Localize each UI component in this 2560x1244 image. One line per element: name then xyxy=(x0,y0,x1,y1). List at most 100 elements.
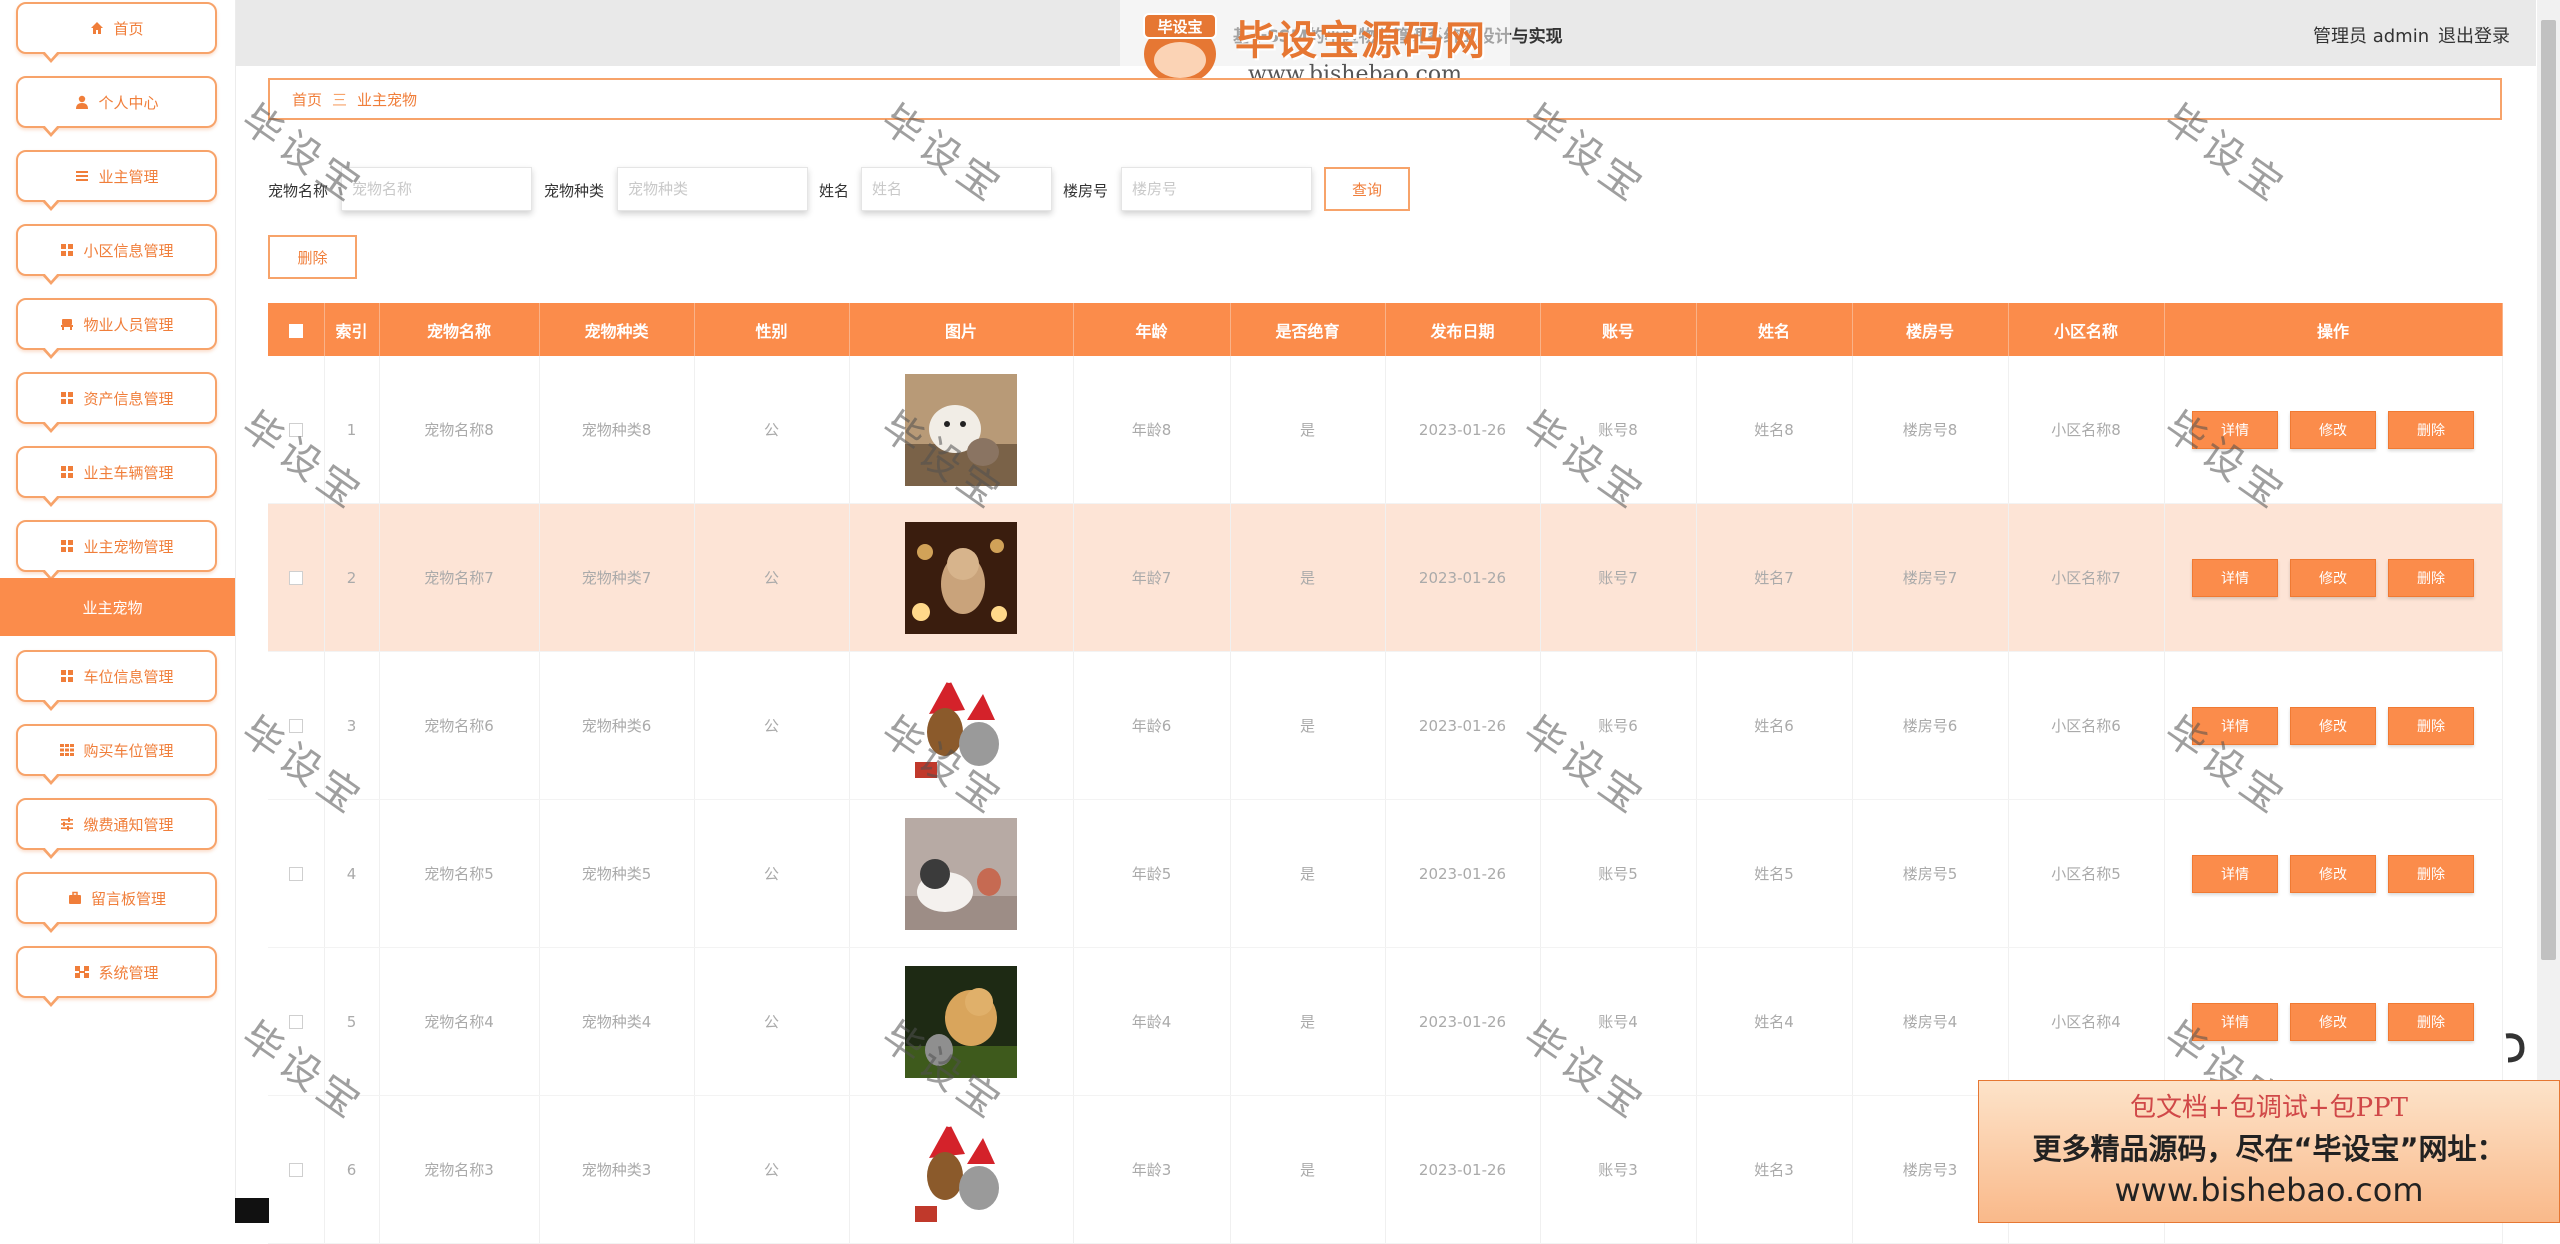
delete-button[interactable]: 删除 xyxy=(2388,410,2474,449)
apps-icon xyxy=(60,744,75,756)
date-cell: 2023-01-26 xyxy=(1385,1095,1541,1244)
date-cell: 2023-01-26 xyxy=(1385,799,1541,948)
logo-badge-icon: 毕设宝 xyxy=(1143,13,1217,84)
pet-photo[interactable] xyxy=(905,965,1017,1078)
account-cell: 账号6 xyxy=(1540,651,1697,800)
table-row[interactable]: 3 宠物名称6 宠物种类6 公 年龄6 是 2023-01-26 账号6 姓名6… xyxy=(268,651,2503,800)
promo-line-2: 更多精品源码，尽在“毕设宝”网址： xyxy=(2032,1132,2506,1166)
sidebar-item-community-info[interactable]: 小区信息管理 xyxy=(16,224,217,285)
actions-cell: 详情修改删除 xyxy=(2164,947,2503,1096)
sidebar-item-parking-purchase[interactable]: 购买车位管理 xyxy=(16,724,217,785)
batch-delete-button[interactable]: 删除 xyxy=(268,235,357,279)
detail-button[interactable]: 详情 xyxy=(2192,558,2278,597)
image-cell xyxy=(849,503,1074,652)
neutered-cell: 是 xyxy=(1230,503,1386,652)
column-header: 宠物种类 xyxy=(539,303,695,356)
sidebar-item-label: 系统管理 xyxy=(98,963,159,982)
column-header: 是否绝育 xyxy=(1230,303,1386,356)
edit-button[interactable]: 修改 xyxy=(2290,706,2376,745)
list-icon xyxy=(76,171,89,181)
sidebar-item-label: 物业人员管理 xyxy=(83,315,174,334)
pet-photo[interactable] xyxy=(905,521,1017,634)
row-checkbox[interactable] xyxy=(288,423,303,437)
grid-icon xyxy=(61,244,74,256)
detail-button[interactable]: 详情 xyxy=(2192,706,2278,745)
delete-button[interactable]: 删除 xyxy=(2388,558,2474,597)
detail-button[interactable]: 详情 xyxy=(2192,854,2278,893)
table-row[interactable]: 4 宠物名称5 宠物种类5 公 年龄5 是 2023-01-26 账号5 姓名5… xyxy=(268,799,2503,948)
neutered-cell: 是 xyxy=(1230,1095,1386,1244)
table-row[interactable]: 1 宠物名称8 宠物种类8 公 年龄8 是 2023-01-26 账号8 姓名8… xyxy=(268,356,2503,504)
actions-cell: 详情修改删除 xyxy=(2164,799,2503,948)
pet-photo[interactable] xyxy=(905,669,1017,782)
table-row[interactable]: 2 宠物名称7 宠物种类7 公 年龄7 是 2023-01-26 账号7 姓名7… xyxy=(268,503,2503,652)
name-cell: 姓名8 xyxy=(1696,356,1853,504)
pet-name-input[interactable] xyxy=(341,167,532,211)
logout-link[interactable]: 退出登录 xyxy=(2438,22,2510,48)
image-cell xyxy=(849,799,1074,948)
sidebar-item-parking-info[interactable]: 车位信息管理 xyxy=(16,650,217,711)
building-input[interactable] xyxy=(1121,167,1312,211)
row-checkbox[interactable] xyxy=(288,719,303,733)
sidebar-item-assets[interactable]: 资产信息管理 xyxy=(16,372,217,433)
pet-type-input[interactable] xyxy=(617,167,808,211)
date-cell: 2023-01-26 xyxy=(1385,947,1541,1096)
row-checkbox[interactable] xyxy=(288,1015,303,1029)
sidebar-item-system[interactable]: 系统管理 xyxy=(16,946,217,1007)
edit-button[interactable]: 修改 xyxy=(2290,558,2376,597)
account-cell: 账号3 xyxy=(1540,1095,1697,1244)
promo-banner[interactable]: 包文档+包调试+包PPT 更多精品源码，尽在“毕设宝”网址： www.bishe… xyxy=(1978,1080,2560,1223)
building-cell: 楼房号4 xyxy=(1852,947,2009,1096)
detail-button[interactable]: 详情 xyxy=(2192,410,2278,449)
community-cell: 小区名称7 xyxy=(2008,503,2165,652)
edit-button[interactable]: 修改 xyxy=(2290,854,2376,893)
sidebar-item-payment-notice[interactable]: 缴费通知管理 xyxy=(16,798,217,859)
pet-type-label: 宠物种类 xyxy=(544,182,605,200)
delete-button[interactable]: 删除 xyxy=(2388,706,2474,745)
date-cell: 2023-01-26 xyxy=(1385,503,1541,652)
edit-button[interactable]: 修改 xyxy=(2290,410,2376,449)
age-cell: 年龄4 xyxy=(1073,947,1231,1096)
row-checkbox[interactable] xyxy=(288,867,303,881)
detail-button[interactable]: 详情 xyxy=(2192,1002,2278,1041)
sidebar-item-label: 业主宠物管理 xyxy=(83,537,174,556)
sidebar-item-home[interactable]: 首页 xyxy=(16,2,217,63)
index-cell: 5 xyxy=(324,947,380,1096)
select-all-checkbox[interactable] xyxy=(288,323,303,338)
pet-name-cell: 宠物名称5 xyxy=(379,799,540,948)
sidebar-item-profile[interactable]: 个人中心 xyxy=(16,76,217,137)
name-input[interactable] xyxy=(861,167,1052,211)
pet-photo[interactable] xyxy=(905,373,1017,486)
index-cell: 6 xyxy=(324,1095,380,1244)
breadcrumb-home-link[interactable]: 首页 xyxy=(292,89,322,110)
sidebar-item-owners[interactable]: 业主管理 xyxy=(16,150,217,211)
chat-float-icon[interactable] xyxy=(2500,1030,2528,1070)
table-row[interactable]: 5 宠物名称4 宠物种类4 公 年龄4 是 2023-01-26 账号4 姓名4… xyxy=(268,947,2503,1096)
pet-photo[interactable] xyxy=(905,1113,1017,1226)
row-checkbox[interactable] xyxy=(288,571,303,585)
sidebar-item-staff[interactable]: 物业人员管理 xyxy=(16,298,217,359)
edit-button[interactable]: 修改 xyxy=(2290,1002,2376,1041)
query-button[interactable]: 查询 xyxy=(1324,167,1410,211)
scrollbar-thumb[interactable] xyxy=(2541,20,2556,960)
sidebar-item-vehicles[interactable]: 业主车辆管理 xyxy=(16,446,217,507)
community-cell: 小区名称5 xyxy=(2008,799,2165,948)
sidebar-item-message-board[interactable]: 留言板管理 xyxy=(16,872,217,933)
column-header: 小区名称 xyxy=(2008,303,2165,356)
row-checkbox[interactable] xyxy=(288,1163,303,1177)
name-label: 姓名 xyxy=(819,182,850,200)
delete-button[interactable]: 删除 xyxy=(2388,1002,2474,1041)
sidebar-subitem-owner-pets[interactable]: 业主宠物 xyxy=(0,578,235,636)
row-select-cell xyxy=(268,799,325,948)
sidebar-item-pets[interactable]: 业主宠物管理 xyxy=(16,520,217,581)
gender-cell: 公 xyxy=(694,799,850,948)
pet-photo[interactable] xyxy=(905,817,1017,930)
column-header: 姓名 xyxy=(1696,303,1853,356)
logo-badge-text: 毕设宝 xyxy=(1157,18,1202,36)
account-cell: 账号4 xyxy=(1540,947,1697,1096)
column-header: 索引 xyxy=(324,303,380,356)
delete-button[interactable]: 删除 xyxy=(2388,854,2474,893)
community-cell: 小区名称6 xyxy=(2008,651,2165,800)
gender-cell: 公 xyxy=(694,947,850,1096)
sidebar-item-label: 缴费通知管理 xyxy=(83,815,174,834)
